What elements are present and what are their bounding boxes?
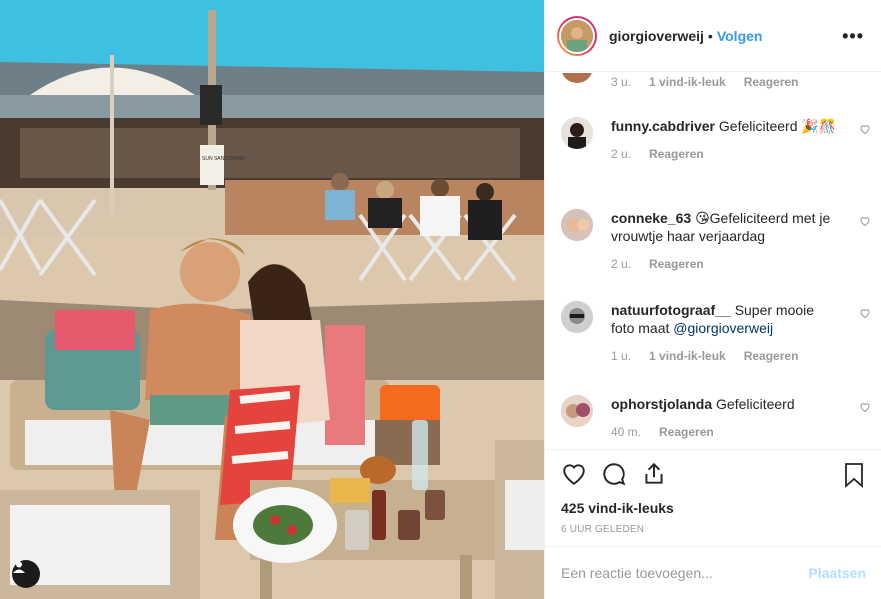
comment-like-icon[interactable]	[859, 123, 871, 135]
post-username[interactable]: giorgioverweij	[609, 28, 704, 44]
share-icon[interactable]	[641, 461, 667, 487]
heart-icon[interactable]	[561, 461, 587, 487]
post-photo[interactable]: SUN SAND DRINK	[0, 0, 544, 599]
post-comment-button[interactable]: Plaatsen	[808, 565, 866, 581]
separator-dot: •	[707, 27, 713, 44]
comment-text: Gefeliciteerd	[716, 396, 795, 412]
comment-body: ophorstjolanda Gefeliciteerd	[611, 395, 841, 413]
comment-item: 3 u. 1 vind-ik-leuk Reageren	[561, 73, 871, 89]
user-icon	[13, 561, 25, 573]
comment-item: funny.cabdriver Gefeliciteerd 🎉🎊 2 u. Re…	[561, 117, 871, 161]
comment-item: ophorstjolanda Gefeliciteerd 40 m. Reage…	[561, 395, 871, 439]
comment-body: natuurfotograaf__ Super mooie foto maat …	[611, 301, 841, 337]
comment-time: 1 u.	[611, 349, 632, 363]
comment-avatar-image	[561, 117, 593, 149]
like-count[interactable]: 425 vind-ik-leuks	[561, 500, 866, 516]
comment-like-icon[interactable]	[859, 215, 871, 227]
comment-likes[interactable]: 1 vind-ik-leuk	[649, 349, 726, 363]
comment-avatar-image	[561, 209, 593, 241]
comment-username[interactable]: funny.cabdriver	[611, 118, 715, 134]
comment-username[interactable]: conneke_63	[611, 210, 691, 226]
comment-time: 3 u.	[611, 75, 632, 89]
comment-avatar[interactable]	[561, 117, 593, 149]
add-comment-bar: Plaatsen	[545, 546, 881, 599]
comment-like-icon[interactable]	[859, 401, 871, 413]
post-header: giorgioverweij • Volgen •••	[545, 0, 881, 72]
reply-button[interactable]: Reageren	[744, 75, 799, 89]
post-timestamp[interactable]: 6 UUR GELEDEN	[561, 524, 866, 535]
comment-time: 2 u.	[611, 257, 632, 271]
comment-like-icon[interactable]	[859, 307, 871, 319]
comment-time: 40 m.	[611, 425, 642, 439]
comment-text: Gefeliciteerd 🎉🎊	[718, 118, 837, 134]
comment-body: funny.cabdriver Gefeliciteerd 🎉🎊	[611, 117, 841, 135]
comment-body: conneke_63 😘Gefeliciteerd met je vrouwtj…	[611, 209, 841, 245]
reply-button[interactable]: Reageren	[649, 147, 704, 161]
comment-icon[interactable]	[601, 461, 627, 487]
comment-avatar[interactable]	[561, 73, 593, 83]
comment-username[interactable]: natuurfotograaf__	[611, 302, 731, 318]
more-options-icon[interactable]: •••	[842, 26, 864, 47]
beach-photo: SUN SAND DRINK	[0, 0, 544, 599]
comment-avatar[interactable]	[561, 301, 593, 333]
comment-mention[interactable]: @giorgioverweij	[673, 320, 773, 336]
comment-username[interactable]: ophorstjolanda	[611, 396, 712, 412]
comment-avatar-image	[561, 395, 593, 427]
follow-button[interactable]: Volgen	[717, 28, 763, 44]
bookmark-icon[interactable]	[842, 462, 866, 488]
avatar[interactable]	[557, 15, 597, 56]
comment-meta: 1 u. 1 vind-ik-leuk Reageren	[611, 349, 871, 363]
reply-button[interactable]: Reageren	[659, 425, 714, 439]
comment-time: 2 u.	[611, 147, 632, 161]
comment-item: natuurfotograaf__ Super mooie foto maat …	[561, 301, 871, 363]
tagged-users-button[interactable]	[12, 560, 40, 588]
comment-avatar[interactable]	[561, 395, 593, 427]
comment-likes[interactable]: 1 vind-ik-leuk	[649, 75, 726, 89]
comment-meta: 2 u. Reageren	[611, 257, 871, 271]
comment-avatar-image	[561, 73, 593, 83]
comment-input[interactable]	[561, 565, 809, 581]
comment-avatar-image	[561, 301, 593, 333]
reply-button[interactable]: Reageren	[649, 257, 704, 271]
comment-meta: 2 u. Reageren	[611, 147, 871, 161]
sign-text: SUN SAND DRINK	[202, 156, 245, 162]
avatar-image	[561, 19, 593, 52]
reply-button[interactable]: Reageren	[744, 349, 799, 363]
comments-list[interactable]: 3 u. 1 vind-ik-leuk Reageren funny.cabdr…	[545, 73, 881, 448]
action-icons	[561, 450, 866, 498]
comment-meta: 40 m. Reageren	[611, 425, 871, 439]
comment-item: conneke_63 😘Gefeliciteerd met je vrouwtj…	[561, 209, 871, 271]
post-actions: 425 vind-ik-leuks 6 UUR GELEDEN	[545, 449, 881, 535]
post-panel: giorgioverweij • Volgen ••• 3 u. 1 vind-…	[544, 0, 881, 599]
comment-avatar[interactable]	[561, 209, 593, 241]
comment-meta: 3 u. 1 vind-ik-leuk Reageren	[611, 75, 871, 89]
